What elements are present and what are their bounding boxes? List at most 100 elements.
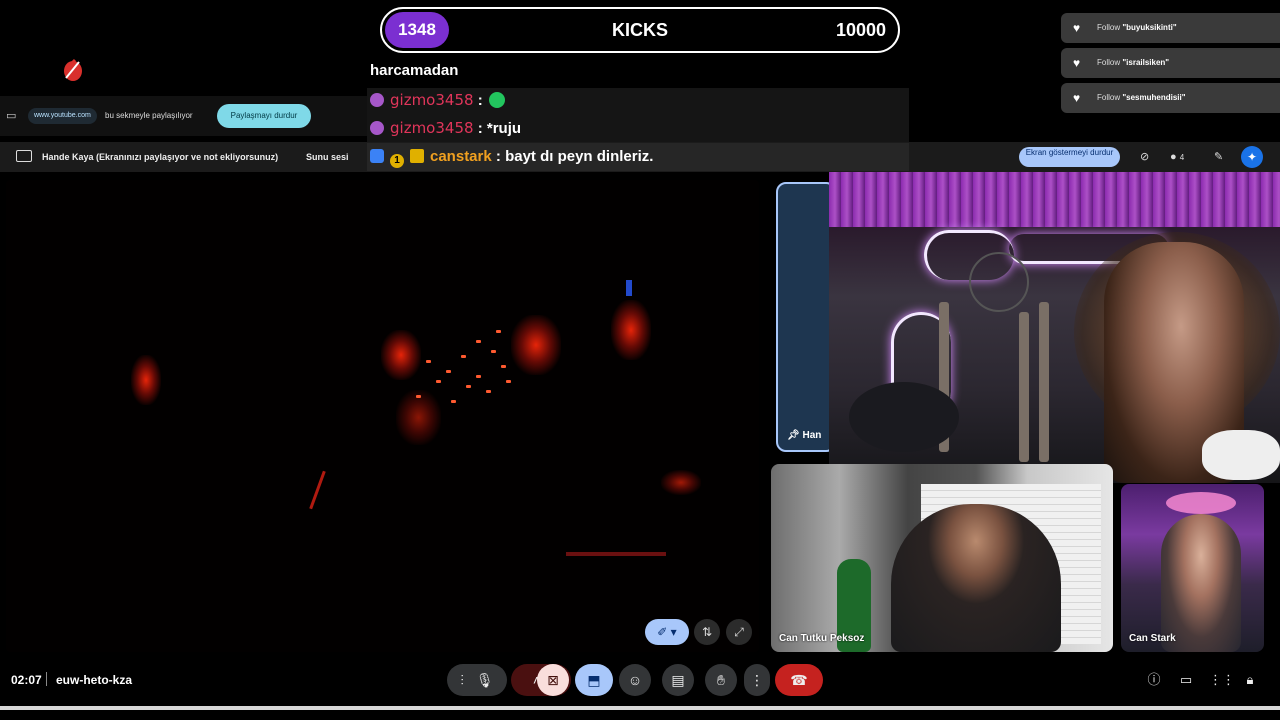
wall-decoration (969, 252, 1029, 312)
camera-off-button[interactable]: ⊠ (537, 664, 569, 696)
info-icon[interactable]: ⓘ (1145, 671, 1163, 689)
present-icon: ⬒ (587, 672, 601, 688)
stop-presenting-button[interactable]: Ekran göstermeyi durdur (1019, 147, 1120, 167)
pin-icon: 📌︎ (787, 430, 800, 441)
chat-username: gizmo3458 (390, 119, 474, 137)
stop-sharing-button[interactable]: Paylaşmayı durdur (217, 104, 311, 128)
participant-name-text: Han (802, 430, 822, 441)
follow-prefix: Follow (1097, 23, 1121, 32)
people-icon: ● (1170, 151, 1177, 163)
raise-hand-button[interactable]: ✋︎ (705, 664, 737, 696)
more-options-button[interactable]: ⋮ (744, 664, 770, 696)
follower-name: "sesmuhendisii" (1122, 93, 1186, 102)
people-button[interactable]: ● 4 (1170, 148, 1200, 166)
cat-ears (1166, 492, 1236, 514)
chat-icon[interactable]: ▭ (1177, 671, 1195, 689)
stage-light (381, 330, 421, 380)
fullscreen-icon[interactable]: ⤢ (726, 619, 752, 645)
annotate-pen-icon[interactable]: ✎ (1214, 148, 1230, 166)
participant-video (891, 504, 1061, 652)
annotate-tool-button[interactable]: ✐ ▾ (645, 619, 689, 645)
participant-tile-can-stark[interactable] (1121, 484, 1264, 652)
hand-icon: ✋︎ (717, 672, 725, 688)
follow-prefix: Follow (1097, 58, 1121, 67)
participant-name: Can Stark (1129, 633, 1176, 644)
chat-message: 1 canstark : bayt dı peyn dinleriz. (370, 147, 653, 168)
meeting-time: 02:07 (11, 673, 42, 687)
kicks-goal-count: 10000 (835, 20, 886, 40)
mic-icon: 🎙︎ (475, 672, 494, 688)
leave-call-button[interactable]: ☎︎ (775, 664, 823, 696)
mask-prop (1202, 430, 1280, 480)
chat-separator: : (477, 92, 483, 109)
chat-separator: : (495, 148, 501, 165)
activities-icon[interactable]: ⋮⋮ (1209, 671, 1235, 689)
shared-screen-view (6, 180, 759, 652)
people-count: 4 (1179, 153, 1185, 162)
gift-count-badge: 1 (390, 154, 404, 168)
broadcast-logo-icon (64, 58, 82, 81)
kicks-label: KICKS (611, 20, 668, 40)
follower-name: "israilsiken" (1122, 58, 1170, 67)
chat-message: gizmo3458 : *ruju (370, 118, 521, 139)
follow-notification: ♥ Follow "buyuksikinti" (1061, 13, 1280, 43)
stage-light (511, 315, 561, 375)
present-screen-icon (16, 150, 32, 162)
ceiling-lights (829, 172, 1280, 227)
chat-text: harcamadan (370, 62, 459, 79)
laser-beam (309, 470, 326, 510)
participant-name: 📌︎ Han (787, 430, 821, 441)
reactions-button[interactable]: ☺ (619, 664, 651, 696)
tab-sharing-bar: ▭ www.youtube.com bu sekmeyle paylaşılıy… (0, 96, 367, 136)
chat-message: harcamadan (370, 61, 458, 81)
shared-url: www.youtube.com (28, 108, 97, 124)
captions-button[interactable]: ▤ (662, 664, 694, 696)
guitar (1019, 312, 1029, 462)
stage-light (611, 300, 651, 360)
follow-notification: ♥ Follow "israilsiken" (1061, 48, 1280, 78)
blue-light (626, 280, 632, 296)
participant-tile-hande[interactable] (776, 182, 836, 452)
crown-badge-icon (410, 149, 424, 163)
captions-icon: ▤ (671, 672, 685, 688)
sharing-status-text: bu sekmeyle paylaşılıyor (105, 111, 193, 120)
presentation-audio-label[interactable]: Sunu sesi (306, 150, 349, 164)
heart-icon: ♥ (1073, 56, 1081, 70)
drum (849, 382, 959, 452)
mic-button-group[interactable]: ⫶ 🎙︎ (447, 664, 507, 696)
meet-window: KICKS 1348 10000 harcamadan gizmo3458 : … (0, 0, 1280, 720)
move-icon[interactable]: ⇅ (694, 619, 720, 645)
green-emote-icon (488, 92, 505, 108)
chat-separator: : (477, 120, 483, 137)
follower-name: "buyuksikinti" (1122, 23, 1177, 32)
end-call-icon: ☎︎ (790, 672, 808, 688)
follow-prefix: Follow (1097, 93, 1121, 102)
audio-levels-icon: ⫶ (460, 672, 464, 688)
stage-light (661, 470, 701, 495)
stage-light (396, 390, 441, 445)
more-vert-icon: ⋮ (750, 672, 764, 688)
present-button[interactable]: ⬒ (575, 664, 613, 696)
meeting-code: euw-heto-kza (56, 673, 133, 687)
window-bottom-edge (0, 706, 1280, 710)
chat-text: bayt dı peyn dinleriz. (505, 148, 654, 165)
presenter-status: Hande Kaya (Ekranınızı paylaşıyor ve not… (42, 152, 279, 162)
kicks-current-count: 1348 (385, 12, 449, 48)
participant-tile-can-tutku[interactable] (771, 464, 1113, 652)
stage-edge (566, 552, 666, 556)
chat-text: *ruju (486, 120, 522, 137)
camera-off-icon[interactable]: ⊘ (1140, 148, 1156, 166)
chat-username: gizmo3458 (390, 91, 474, 109)
host-controls-icon[interactable]: 🔒︎ (1241, 671, 1259, 689)
subscriber-badge-icon (370, 121, 384, 135)
video-off-icon: ⊠ (547, 672, 559, 688)
monitor-icon: ▭ (6, 110, 17, 122)
participant-video (1161, 514, 1241, 652)
participant-name: Can Tutku Peksoz (779, 633, 865, 644)
divider (46, 672, 47, 686)
gemini-sparkle-icon[interactable]: ✦ (1241, 146, 1263, 168)
guitar (1039, 302, 1049, 462)
heart-icon: ♥ (1073, 21, 1081, 35)
verified-badge-icon (370, 149, 384, 163)
chat-username: canstark (430, 148, 492, 165)
